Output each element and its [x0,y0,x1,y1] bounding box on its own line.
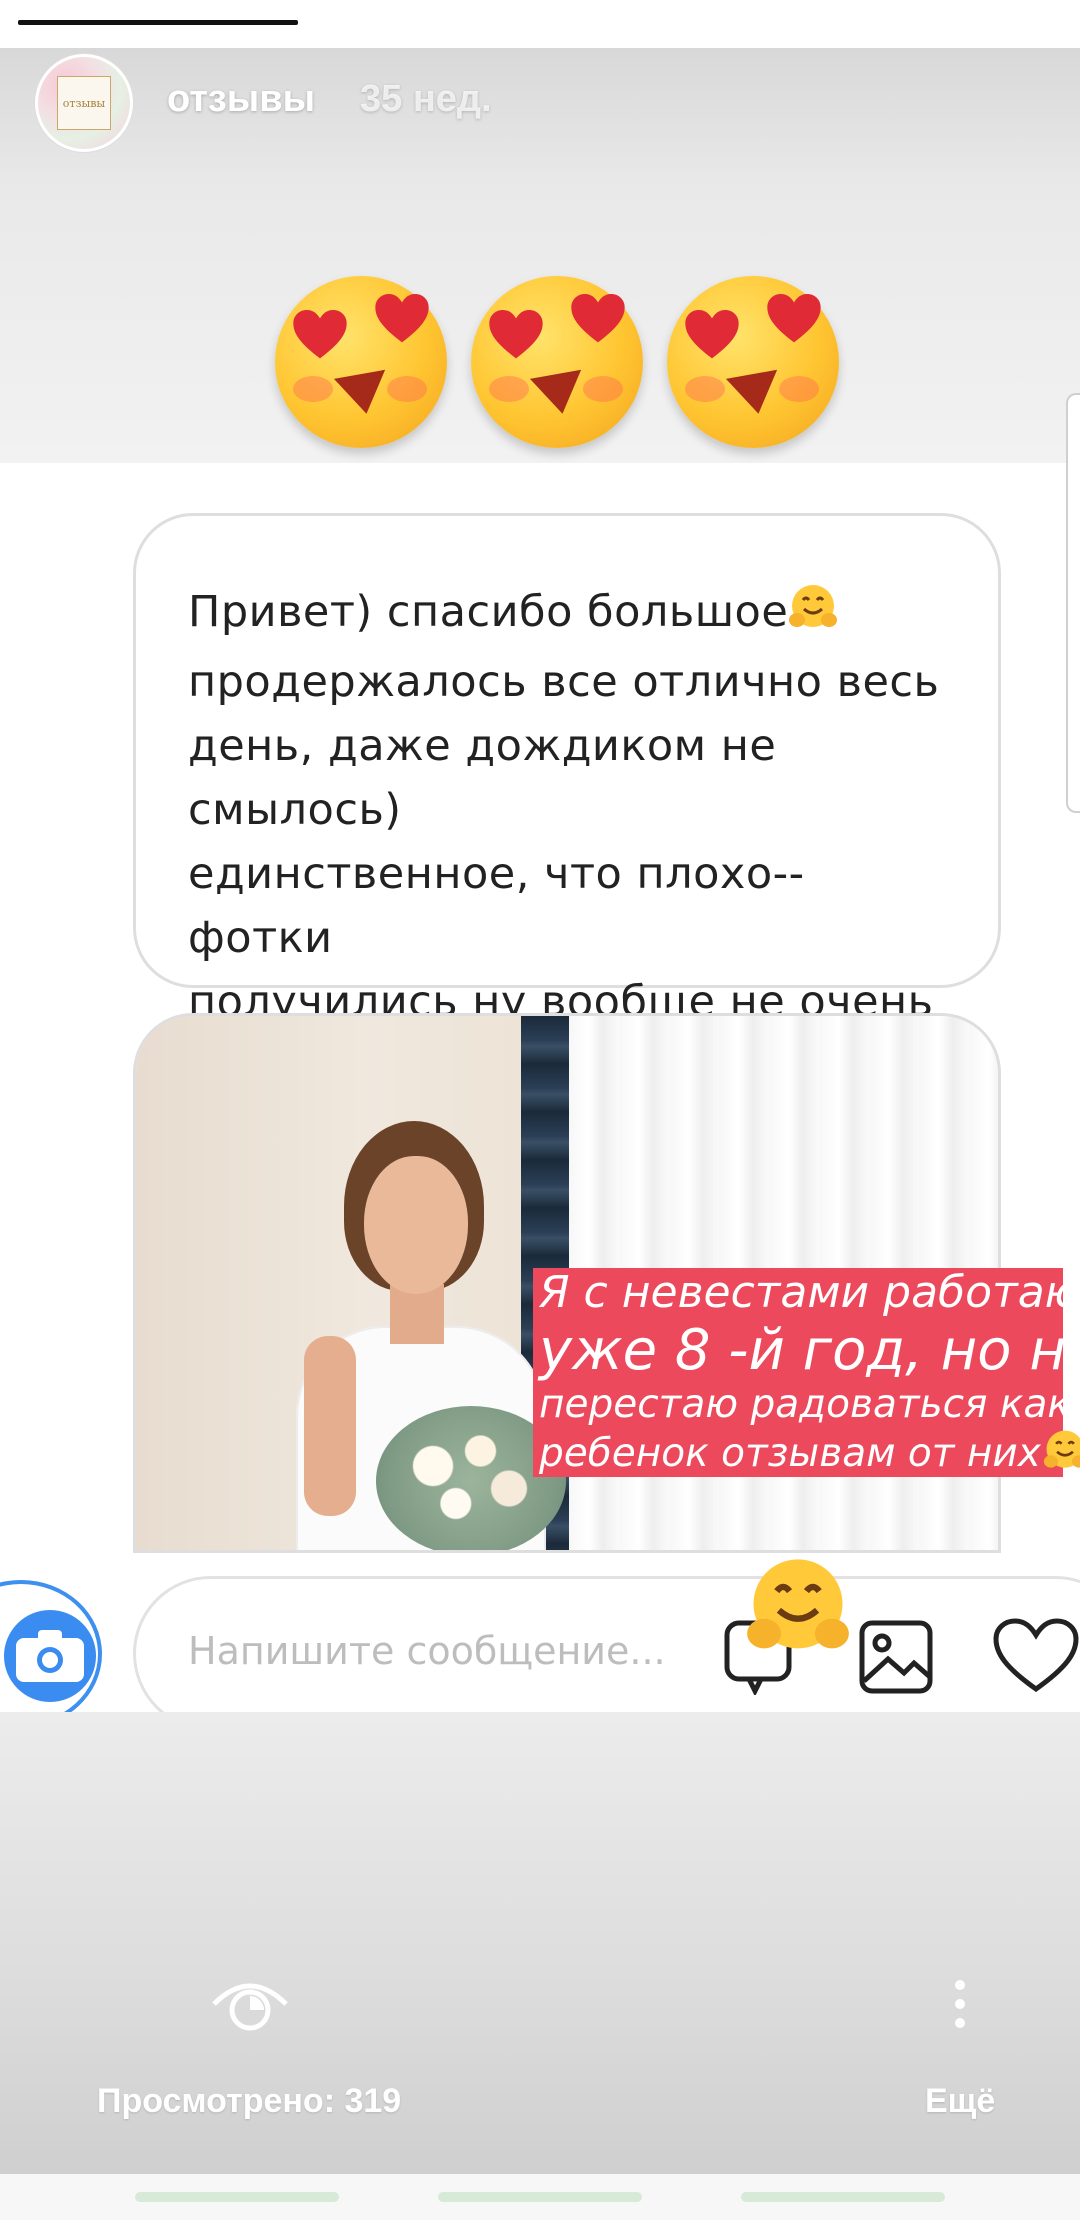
nav-indicator [741,2192,945,2202]
message-line-4: единственное, что плохо--фотки [188,849,805,963]
overlay-line-1: Я с невестами работаю [533,1267,1080,1319]
message-bubble: Привет) спасибо большое продержалось все… [133,513,1001,1088]
message-line-1: Привет) спасибо большое [188,587,789,637]
post-time: 35 нед. [360,78,492,120]
nav-indicator [438,2192,642,2202]
more-button[interactable]: Ещё [925,2082,995,2121]
camera-button[interactable] [0,1580,102,1712]
hugging-face-emoji [788,582,838,650]
overlay-line-2: уже 8 -й год, но не [533,1318,1080,1383]
hugging-face-emoji [1043,1430,1080,1468]
camera-icon [4,1610,96,1702]
heart-eyes-emoji [471,276,643,448]
story-header: отзывы отзывы 35 нед. [0,48,1080,198]
message-input-placeholder[interactable]: Напишите сообщение... [188,1629,666,1673]
avatar-logo-text: отзывы [57,76,111,130]
story-progress-bar [18,20,298,25]
account-name[interactable]: отзывы [167,78,315,121]
views-count[interactable]: Просмотрено: 319 [97,2082,401,2121]
story-overlay-text: Я с невестами работаю уже 8 -й год, но н… [533,1267,1080,1477]
hugging-face-emoji [745,1553,851,1659]
message-line-2: продержалось все отлично весь [188,657,940,707]
gallery-icon[interactable] [858,1619,936,1697]
message-line-3: день, даже дождиком не смылось) [188,721,777,835]
nav-indicator [135,2192,339,2202]
heart-eyes-emoji [667,276,839,448]
account-avatar[interactable]: отзывы [35,54,133,152]
side-edge-handle [1066,393,1080,813]
more-dots-icon[interactable] [950,1980,970,2040]
story-footer: Просмотрено: 319 Ещё [0,1712,1080,2174]
system-nav-bar [0,2174,1080,2220]
message-composer[interactable]: Напишите сообщение... [133,1576,1080,1712]
heart-icon[interactable] [991,1617,1080,1695]
overlay-line-3: перестаю радоваться как [533,1382,1071,1428]
overlay-line-4: ребенок отзывам от них [533,1427,1080,1477]
story-content[interactable]: отзывы отзывы 35 нед. Привет) спасибо бо… [0,48,1080,1712]
eye-icon[interactable] [210,1974,290,2034]
heart-eyes-emoji [275,276,447,448]
heart-eyes-emoji-row [275,276,855,456]
